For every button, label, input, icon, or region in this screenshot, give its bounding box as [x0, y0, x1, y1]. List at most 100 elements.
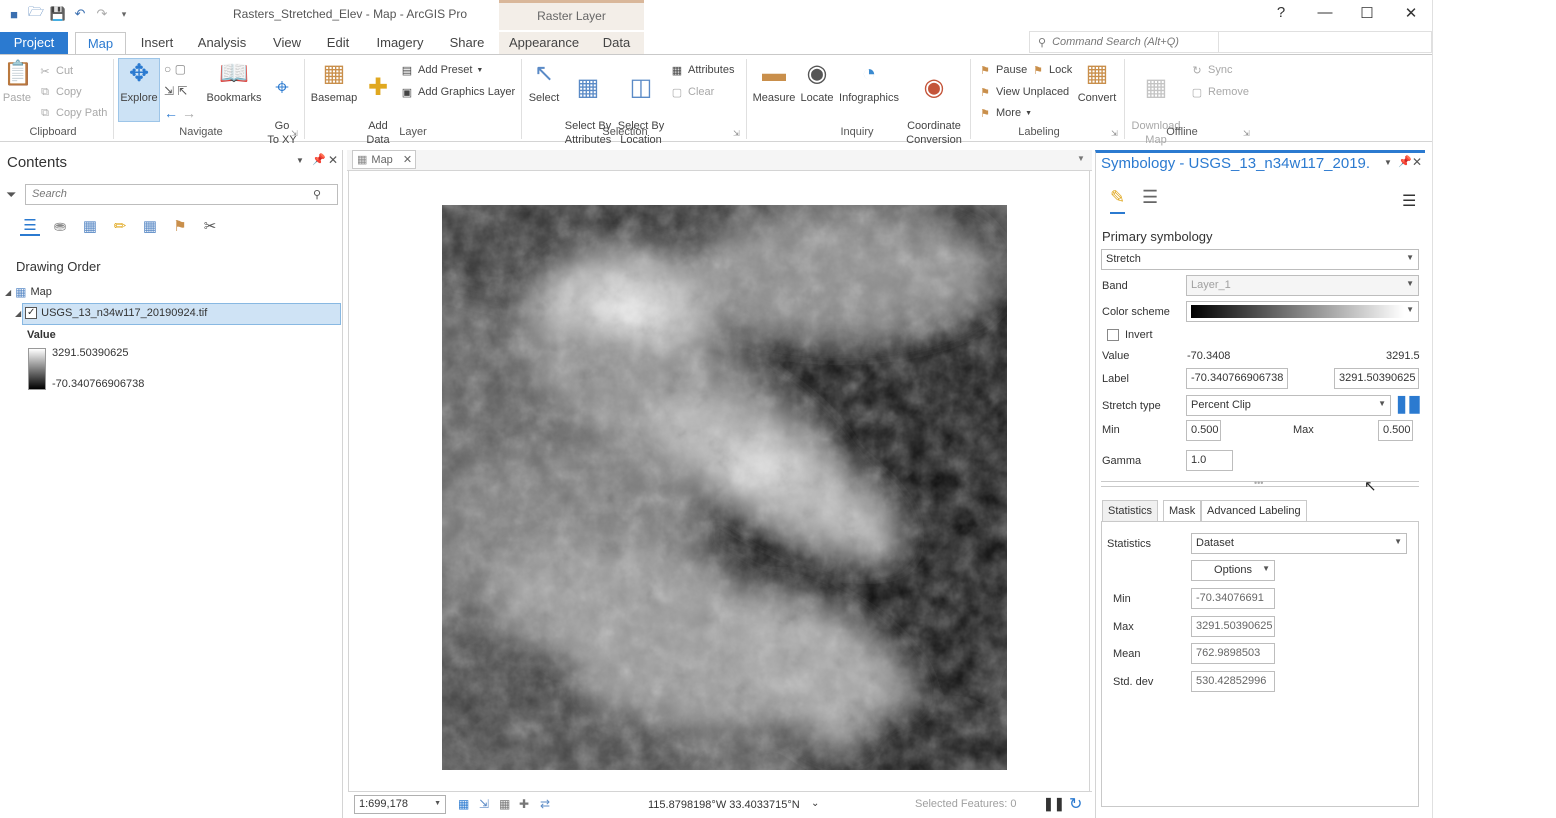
- tab-project[interactable]: Project: [0, 32, 68, 54]
- correction-icon[interactable]: ⇄: [540, 797, 550, 811]
- label-min-input[interactable]: -70.340766906738: [1186, 368, 1288, 389]
- convert-button[interactable]: ▦ Convert: [1075, 59, 1119, 105]
- constraints-icon[interactable]: ✚: [519, 797, 529, 811]
- locate-button[interactable]: ◉ Locate: [799, 59, 835, 105]
- full-extent-icon[interactable]: ○ ▢: [164, 61, 186, 77]
- tab-edit[interactable]: Edit: [318, 32, 358, 54]
- splitter-grip-icon[interactable]: •••: [1254, 478, 1263, 488]
- list-by-selection-icon[interactable]: ▦: [80, 216, 100, 236]
- pause-drawing-icon[interactable]: ❚❚: [1043, 796, 1065, 812]
- tab-list-dropdown-icon[interactable]: ▼: [1077, 154, 1085, 163]
- tab-appearance[interactable]: Appearance: [499, 32, 589, 54]
- filter-icon[interactable]: ⏷: [6, 187, 16, 203]
- selected-features-count[interactable]: Selected Features: 0: [915, 798, 1017, 810]
- tab-insert[interactable]: Insert: [132, 32, 182, 54]
- map-tree-item[interactable]: ◢ ▦ Map: [5, 285, 52, 299]
- attributes-button[interactable]: ▦ Attributes: [670, 62, 735, 78]
- more-labeling-button[interactable]: ⚑ More ▼: [978, 105, 1032, 121]
- minimize-button[interactable]: —: [1310, 4, 1340, 24]
- fixed-scale-icon[interactable]: ▦: [458, 797, 469, 811]
- tab-imagery[interactable]: Imagery: [369, 32, 431, 54]
- primary-symbology-tab-icon[interactable]: ✎: [1110, 187, 1126, 214]
- cut-button[interactable]: ✂ Cut: [38, 63, 73, 79]
- map-canvas[interactable]: [348, 171, 1090, 791]
- renderer-dropdown[interactable]: Stretch ▼: [1101, 249, 1419, 270]
- min-percent-input[interactable]: 0.500: [1186, 420, 1221, 441]
- tab-data[interactable]: Data: [589, 32, 644, 54]
- band-dropdown[interactable]: Layer_1 ▼: [1186, 275, 1419, 296]
- search-icon[interactable]: ⚲: [313, 188, 321, 201]
- close-pane-icon[interactable]: ✕: [1412, 155, 1422, 169]
- clear-selection-button[interactable]: ▢ Clear: [670, 84, 715, 100]
- command-search-input[interactable]: ⚲ Command Search (Alt+Q): [1029, 31, 1219, 53]
- hamburger-menu-icon[interactable]: ☰: [1402, 191, 1416, 211]
- list-by-source-icon[interactable]: ⛂: [50, 216, 70, 236]
- infographics-button[interactable]: ◔ Infographics: [837, 59, 901, 105]
- explore-button[interactable]: ✥ Explore: [118, 58, 160, 122]
- new-project-icon[interactable]: ■: [6, 6, 22, 22]
- add-preset-button[interactable]: ▤ Add Preset ▼: [400, 62, 484, 78]
- layer-visibility-checkbox[interactable]: ✓: [25, 307, 38, 319]
- lock-labels-button[interactable]: ⚑ Lock: [1031, 62, 1072, 78]
- statistics-dropdown[interactable]: Dataset ▼: [1191, 533, 1407, 554]
- bookmarks-button[interactable]: 📖 Bookmarks: [204, 59, 264, 105]
- selection-launcher-icon[interactable]: ⇲: [733, 129, 740, 138]
- remove-offline-button[interactable]: ▢ Remove: [1190, 84, 1249, 100]
- list-by-drawing-order-icon[interactable]: ☰: [20, 216, 40, 236]
- coordinate-format-dropdown-icon[interactable]: ⌄: [811, 798, 819, 809]
- histogram-icon[interactable]: ▋▉: [1398, 396, 1421, 414]
- basemap-button[interactable]: ▦ Basemap: [310, 59, 358, 105]
- undo-icon[interactable]: ↶: [72, 6, 88, 22]
- label-max-input[interactable]: 3291.50390625: [1334, 368, 1419, 389]
- options-button[interactable]: Options ▼: [1191, 560, 1275, 581]
- navigate-launcher-icon[interactable]: ⇲: [291, 129, 298, 138]
- sync-button[interactable]: ↻ Sync: [1190, 62, 1232, 78]
- pane-options-icon[interactable]: ▼: [1384, 158, 1392, 167]
- invert-checkbox-row[interactable]: Invert: [1107, 329, 1153, 341]
- add-graphics-layer-button[interactable]: ▣ Add Graphics Layer: [400, 84, 515, 100]
- scale-selector[interactable]: 1:699,178 ▼: [354, 795, 446, 814]
- pause-labels-button[interactable]: ⚑ Pause: [978, 62, 1027, 78]
- customize-toolbar-icon[interactable]: ▾: [116, 6, 132, 22]
- grid-icon[interactable]: ▦: [499, 797, 510, 811]
- next-extent-icon[interactable]: →: [182, 105, 196, 121]
- layer-tree-item-content[interactable]: ◢ ✓ USGS_13_n34w117_20190924.tif: [15, 307, 207, 319]
- coordinate-conversion-button[interactable]: ◉ Coordinate Conversion: [903, 59, 965, 147]
- chevron-down-icon[interactable]: ▼: [434, 800, 441, 807]
- collapse-icon[interactable]: ◢: [15, 309, 21, 318]
- close-window-button[interactable]: ✕: [1396, 4, 1426, 24]
- labeling-launcher-icon[interactable]: ⇲: [1111, 129, 1118, 138]
- refresh-icon[interactable]: ↻: [1069, 794, 1082, 814]
- pin-icon[interactable]: 📌: [312, 153, 326, 166]
- pane-options-icon[interactable]: ▼: [296, 156, 304, 165]
- stretch-type-dropdown[interactable]: Percent Clip ▼: [1186, 395, 1391, 416]
- redo-icon[interactable]: ↷: [94, 6, 110, 22]
- close-tab-icon[interactable]: ✕: [403, 153, 412, 166]
- view-unplaced-button[interactable]: ⚑ View Unplaced: [978, 84, 1069, 100]
- tab-statistics[interactable]: Statistics: [1102, 500, 1159, 522]
- snapping-icon[interactable]: ⇲: [479, 797, 489, 811]
- list-by-labeling-icon[interactable]: ⚑: [170, 216, 190, 236]
- fixed-zoom-icon[interactable]: ⇲ ⇱: [164, 83, 187, 99]
- help-button[interactable]: ?: [1266, 4, 1296, 24]
- paste-button[interactable]: 📋 Paste: [2, 59, 33, 105]
- gamma-input[interactable]: 1.0: [1186, 450, 1233, 471]
- select-button[interactable]: ↖ Select: [526, 59, 562, 105]
- previous-extent-icon[interactable]: ← →: [164, 105, 196, 121]
- tab-analysis[interactable]: Analysis: [190, 32, 254, 54]
- invert-checkbox[interactable]: [1107, 329, 1119, 341]
- collapse-icon[interactable]: ◢: [5, 288, 11, 297]
- tab-view[interactable]: View: [265, 32, 309, 54]
- contents-search-input[interactable]: Search ⚲: [25, 184, 338, 205]
- copy-button[interactable]: ⧉ Copy: [38, 84, 82, 100]
- map-view-tab[interactable]: ▦ Map ✕: [352, 150, 416, 169]
- open-project-icon[interactable]: 🗁: [28, 4, 44, 22]
- vary-symbology-tab-icon[interactable]: ☰: [1142, 187, 1158, 208]
- tab-advanced-labeling[interactable]: Advanced Labeling: [1201, 500, 1307, 522]
- close-pane-icon[interactable]: ✕: [328, 153, 338, 167]
- tab-mask[interactable]: Mask: [1163, 500, 1202, 522]
- tab-map[interactable]: Map: [75, 32, 126, 54]
- measure-button[interactable]: ▬ Measure: [751, 59, 797, 105]
- offline-launcher-icon[interactable]: ⇲: [1243, 129, 1250, 138]
- maximize-button[interactable]: ☐: [1352, 4, 1382, 24]
